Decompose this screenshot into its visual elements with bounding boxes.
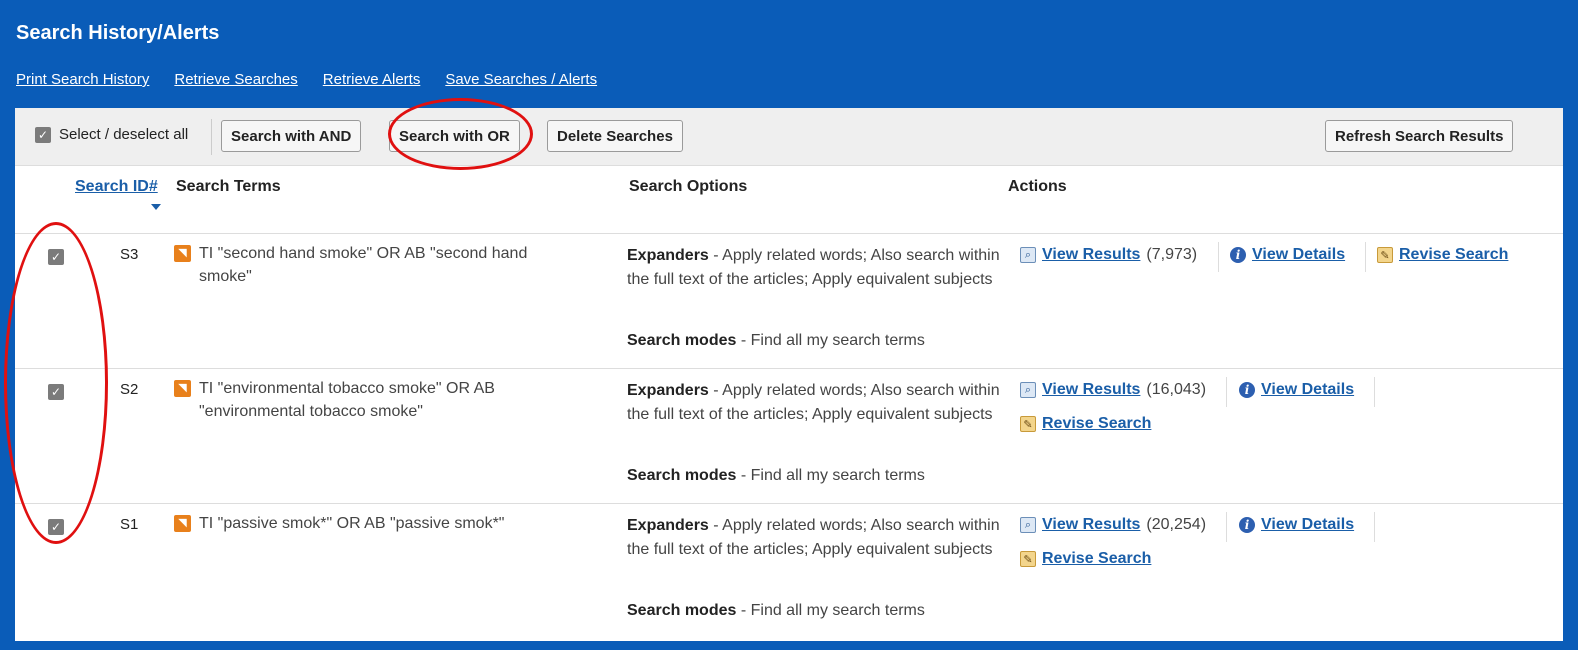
- action-divider: [1218, 242, 1219, 272]
- search-id-column-header[interactable]: Search ID#: [75, 178, 158, 196]
- rss-icon[interactable]: ◥: [174, 380, 191, 397]
- search-history-links: Print Search History Retrieve Searches R…: [16, 71, 597, 88]
- search-modes-text: - Find all my search terms: [736, 467, 925, 484]
- row-checkbox[interactable]: ✓: [48, 249, 64, 265]
- search-history-panel: ✓ Select / deselect all Search with AND …: [15, 108, 1563, 641]
- search-modes: Search modes - Find all my search terms: [627, 332, 925, 350]
- magnifier-icon: ⌕: [1020, 247, 1036, 263]
- revise-search-link[interactable]: Revise Search: [1399, 246, 1508, 264]
- pencil-icon: ✎: [1020, 551, 1036, 567]
- search-options: Expanders - Apply related words; Also se…: [627, 244, 1002, 292]
- row-checkbox[interactable]: ✓: [48, 519, 64, 535]
- checkmark-icon: ✓: [37, 127, 49, 142]
- table-row: ✓ S1 ◥ TI "passive smok*" OR AB "passive…: [15, 503, 1563, 639]
- view-results-action[interactable]: ⌕ View Results (20,254): [1020, 516, 1206, 534]
- revise-search-action[interactable]: ✎ Revise Search: [1020, 415, 1151, 433]
- search-terms-text: TI "second hand smoke" OR AB "second han…: [199, 245, 528, 285]
- checkmark-icon: ✓: [50, 385, 62, 399]
- search-with-or-button[interactable]: Search with OR: [389, 120, 520, 152]
- row-checkbox[interactable]: ✓: [48, 384, 64, 400]
- rss-icon[interactable]: ◥: [174, 245, 191, 262]
- revise-search-action[interactable]: ✎ Revise Search: [1377, 246, 1508, 264]
- search-modes-label: Search modes: [627, 602, 737, 619]
- page-title: Search History/Alerts: [16, 22, 220, 44]
- result-count: (16,043): [1146, 381, 1207, 398]
- action-divider: [1374, 512, 1375, 542]
- view-results-link[interactable]: View Results: [1042, 381, 1140, 399]
- search-terms-text: TI "environmental tobacco smoke" OR AB "…: [199, 380, 495, 420]
- revise-search-link[interactable]: Revise Search: [1042, 415, 1151, 433]
- expanders-label: Expanders: [627, 382, 709, 399]
- view-results-action[interactable]: ⌕ View Results (16,043): [1020, 381, 1206, 399]
- toolbar: ✓ Select / deselect all Search with AND …: [15, 108, 1563, 166]
- search-terms-column-header: Search Terms: [176, 178, 281, 195]
- revise-search-action[interactable]: ✎ Revise Search: [1020, 550, 1151, 568]
- info-icon: i: [1230, 247, 1246, 263]
- search-modes: Search modes - Find all my search terms: [627, 467, 925, 485]
- checkmark-icon: ✓: [50, 520, 62, 534]
- magnifier-icon: ⌕: [1020, 382, 1036, 398]
- sort-descending-icon: [151, 204, 161, 210]
- actions-column-header: Actions: [1008, 178, 1067, 195]
- search-options-column-header: Search Options: [629, 178, 748, 195]
- search-id: S1: [120, 516, 139, 533]
- table-row: ✓ S3 ◥ TI "second hand smoke" OR AB "sec…: [15, 233, 1563, 369]
- view-details-action[interactable]: i View Details: [1239, 381, 1354, 399]
- revise-search-link[interactable]: Revise Search: [1042, 550, 1151, 568]
- search-terms: ◥ TI "passive smok*" OR AB "passive smok…: [174, 512, 574, 535]
- view-details-link[interactable]: View Details: [1252, 246, 1345, 264]
- print-search-history-link[interactable]: Print Search History: [16, 71, 149, 88]
- result-count: (20,254): [1146, 516, 1207, 533]
- info-icon: i: [1239, 382, 1255, 398]
- checkmark-icon: ✓: [50, 250, 62, 264]
- search-id: S3: [120, 246, 139, 263]
- retrieve-alerts-link[interactable]: Retrieve Alerts: [323, 71, 421, 88]
- select-all-label: Select / deselect all: [59, 126, 189, 143]
- expanders-label: Expanders: [627, 517, 709, 534]
- select-all-control[interactable]: ✓ Select / deselect all: [35, 126, 188, 143]
- search-modes-label: Search modes: [627, 332, 737, 349]
- search-terms: ◥ TI "environmental tobacco smoke" OR AB…: [174, 377, 574, 423]
- save-searches-alerts-link[interactable]: Save Searches / Alerts: [445, 71, 597, 88]
- magnifier-icon: ⌕: [1020, 517, 1036, 533]
- view-results-action[interactable]: ⌕ View Results (7,973): [1020, 246, 1197, 264]
- retrieve-searches-link[interactable]: Retrieve Searches: [174, 71, 297, 88]
- search-modes-label: Search modes: [627, 467, 737, 484]
- search-options: Expanders - Apply related words; Also se…: [627, 514, 1002, 562]
- info-icon: i: [1239, 517, 1255, 533]
- search-modes: Search modes - Find all my search terms: [627, 602, 925, 620]
- action-divider: [1374, 377, 1375, 407]
- search-id: S2: [120, 381, 139, 398]
- search-terms-text: TI "passive smok*" OR AB "passive smok*": [199, 515, 505, 532]
- view-details-link[interactable]: View Details: [1261, 381, 1354, 399]
- search-options: Expanders - Apply related words; Also se…: [627, 379, 1002, 427]
- view-details-action[interactable]: i View Details: [1230, 246, 1345, 264]
- view-results-link[interactable]: View Results: [1042, 516, 1140, 534]
- action-divider: [1365, 242, 1366, 272]
- rss-icon[interactable]: ◥: [174, 515, 191, 532]
- toolbar-divider: [211, 119, 212, 155]
- action-divider: [1226, 512, 1227, 542]
- action-divider: [1226, 377, 1227, 407]
- view-details-action[interactable]: i View Details: [1239, 516, 1354, 534]
- table-row: ✓ S2 ◥ TI "environmental tobacco smoke" …: [15, 368, 1563, 504]
- search-modes-text: - Find all my search terms: [736, 602, 925, 619]
- pencil-icon: ✎: [1377, 247, 1393, 263]
- pencil-icon: ✎: [1020, 416, 1036, 432]
- select-all-checkbox[interactable]: ✓: [35, 126, 51, 143]
- view-details-link[interactable]: View Details: [1261, 516, 1354, 534]
- refresh-search-results-button[interactable]: Refresh Search Results: [1325, 120, 1514, 152]
- search-with-and-button[interactable]: Search with AND: [221, 120, 362, 152]
- view-results-link[interactable]: View Results: [1042, 246, 1140, 264]
- result-count: (7,973): [1146, 246, 1198, 263]
- search-modes-text: - Find all my search terms: [736, 332, 925, 349]
- expanders-label: Expanders: [627, 247, 709, 264]
- delete-searches-button[interactable]: Delete Searches: [547, 120, 683, 152]
- search-terms: ◥ TI "second hand smoke" OR AB "second h…: [174, 242, 574, 288]
